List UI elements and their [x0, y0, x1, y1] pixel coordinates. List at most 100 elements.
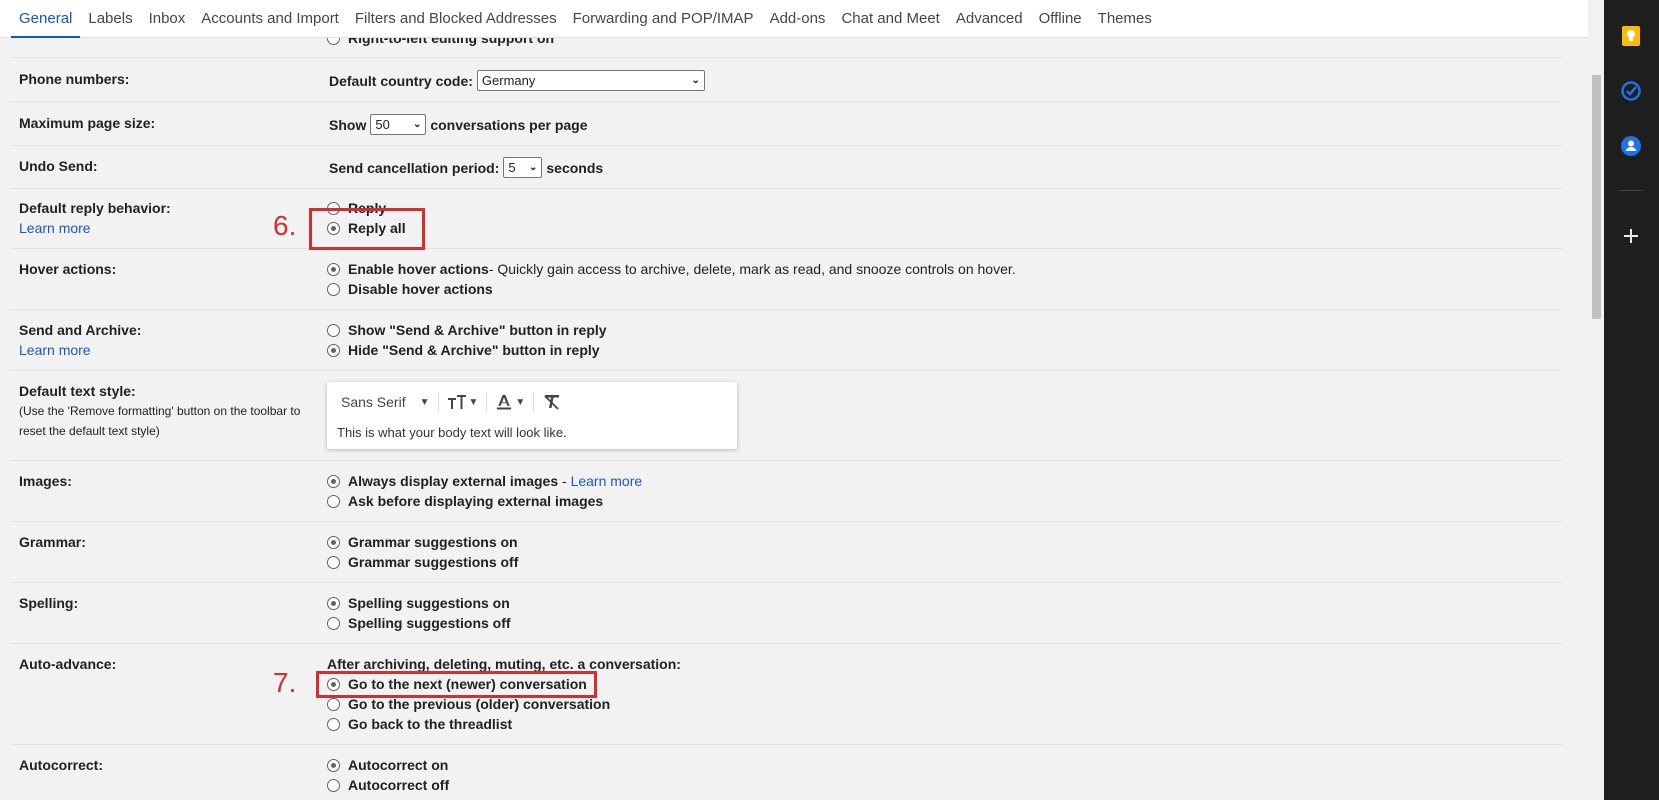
images-learn-more-link[interactable]: Learn more: [571, 473, 643, 489]
auto-advance-row: Auto-advance: After archiving, deleting,…: [10, 644, 1562, 745]
cancellation-period-select[interactable]: 5 ⌄: [503, 157, 543, 178]
grammar-off-radio[interactable]: [327, 555, 340, 569]
settings-main: General Labels Inbox Accounts and Import…: [0, 0, 1588, 800]
show-send-archive-option[interactable]: Show "Send & Archive" button in reply: [327, 322, 607, 338]
remove-formatting-icon[interactable]: [542, 393, 562, 411]
undo-send-label: Undo Send:: [19, 158, 98, 174]
spelling-on-option[interactable]: Spelling suggestions on: [327, 595, 510, 611]
tab-themes[interactable]: Themes: [1090, 0, 1160, 38]
previous-conversation-option[interactable]: Go to the previous (older) conversation: [327, 696, 610, 712]
keep-icon[interactable]: [1619, 24, 1643, 48]
images-label: Images:: [19, 473, 72, 489]
toolbar-divider: [486, 392, 488, 412]
show-send-archive-radio[interactable]: [327, 323, 340, 337]
hide-send-archive-radio[interactable]: [327, 343, 340, 357]
tab-general[interactable]: General: [11, 0, 81, 38]
send-archive-row: Send and Archive: Learn more Show "Send …: [10, 310, 1562, 371]
phone-field: Default country code: Germany ⌄: [329, 70, 709, 91]
spelling-label: Spelling:: [19, 595, 79, 611]
grammar-on-radio[interactable]: [327, 535, 340, 549]
next-conversation-highlight: [316, 671, 597, 698]
enable-hover-option[interactable]: Enable hover actions - Quickly gain acce…: [327, 261, 1016, 277]
auto-advance-label: Auto-advance:: [19, 656, 117, 672]
reply-learn-more-link[interactable]: Learn more: [19, 220, 91, 236]
reply-all-highlight: [309, 208, 425, 250]
step-7-label: 7.: [273, 667, 297, 698]
spelling-on-radio[interactable]: [327, 596, 340, 610]
hide-send-archive-option[interactable]: Hide "Send & Archive" button in reply: [327, 342, 600, 358]
undo-send-field: Send cancellation period: 5 ⌄ seconds: [329, 157, 603, 178]
text-style-row: Default text style: (Use the 'Remove for…: [10, 371, 1562, 461]
page-scrollbar[interactable]: [1588, 0, 1604, 800]
send-archive-label: Send and Archive:: [19, 322, 142, 338]
spelling-row: Spelling: Spelling suggestions on Spelli…: [10, 583, 1562, 644]
page-size-select[interactable]: 50 ⌄: [370, 114, 427, 135]
text-style-label: Default text style:: [19, 383, 136, 399]
spelling-off-radio[interactable]: [327, 616, 340, 630]
tab-advanced[interactable]: Advanced: [948, 0, 1031, 38]
disable-hover-radio[interactable]: [327, 282, 340, 296]
step-6-label: 6.: [273, 210, 297, 241]
toolbar-divider: [437, 392, 439, 412]
ask-before-images-radio[interactable]: [327, 494, 340, 508]
text-style-note: (Use the 'Remove formatting' button on t…: [19, 404, 301, 438]
tab-forwarding[interactable]: Forwarding and POP/IMAP: [565, 0, 762, 38]
auto-advance-heading: After archiving, deleting, muting, etc. …: [327, 656, 681, 672]
undo-send-row: Undo Send: Send cancellation period: 5 ⌄…: [10, 146, 1562, 189]
chevron-down-icon: ⌄: [691, 75, 700, 86]
always-display-images-radio[interactable]: [327, 474, 340, 488]
settings-tabs: General Labels Inbox Accounts and Import…: [0, 0, 1588, 38]
autocorrect-on-radio[interactable]: [327, 758, 340, 772]
grammar-off-option[interactable]: Grammar suggestions off: [327, 554, 518, 570]
text-color-icon[interactable]: ▼: [495, 393, 525, 411]
text-style-sample: This is what your body text will look li…: [337, 425, 567, 440]
tab-chat-and-meet[interactable]: Chat and Meet: [833, 0, 947, 38]
contacts-icon[interactable]: [1619, 134, 1643, 158]
tab-labels[interactable]: Labels: [80, 0, 140, 38]
always-display-images-option[interactable]: Always display external images - Learn m…: [327, 473, 642, 489]
autocorrect-row: Autocorrect: Autocorrect on Autocorrect …: [10, 745, 1562, 800]
autocorrect-on-option[interactable]: Autocorrect on: [327, 757, 448, 773]
images-row: Images: Always display external images -…: [10, 461, 1562, 522]
text-style-editor: Sans Serif ▼ ▼ ▼ This is what your body …: [327, 382, 737, 449]
spelling-off-option[interactable]: Spelling suggestions off: [327, 615, 511, 631]
font-size-icon[interactable]: ▼: [447, 394, 478, 410]
add-icon[interactable]: [1619, 224, 1643, 248]
chevron-down-icon: ⌄: [412, 119, 422, 130]
tab-inbox[interactable]: Inbox: [141, 0, 194, 38]
grammar-on-option[interactable]: Grammar suggestions on: [327, 534, 518, 550]
dropdown-arrow-icon: ▼: [419, 396, 430, 408]
font-family-select[interactable]: Sans Serif ▼: [341, 394, 430, 410]
reply-label: Default reply behavior:: [19, 200, 171, 216]
tab-offline[interactable]: Offline: [1031, 0, 1090, 38]
send-archive-learn-more-link[interactable]: Learn more: [19, 342, 91, 358]
grammar-row: Grammar: Grammar suggestions on Grammar …: [10, 522, 1562, 583]
threadlist-option[interactable]: Go back to the threadlist: [327, 716, 512, 732]
tab-add-ons[interactable]: Add-ons: [762, 0, 834, 38]
scrollbar-thumb[interactable]: [1592, 75, 1601, 319]
previous-conversation-radio[interactable]: [327, 697, 340, 711]
side-panel: [1604, 0, 1659, 800]
threadlist-radio[interactable]: [327, 717, 340, 731]
chevron-down-icon: ⌄: [528, 162, 538, 173]
autocorrect-off-option[interactable]: Autocorrect off: [327, 777, 449, 793]
tab-accounts-and-import[interactable]: Accounts and Import: [193, 0, 347, 38]
enable-hover-radio[interactable]: [327, 262, 340, 276]
ask-before-images-option[interactable]: Ask before displaying external images: [327, 493, 603, 509]
grammar-label: Grammar:: [19, 534, 86, 550]
side-panel-divider: [1619, 190, 1643, 191]
page-size-label: Maximum page size:: [19, 115, 156, 131]
toolbar-divider: [533, 392, 535, 412]
hover-row: Hover actions: Enable hover actions - Qu…: [10, 249, 1562, 310]
country-code-select[interactable]: Germany ⌄: [476, 70, 705, 91]
reply-row: Default reply behavior: Learn more Reply…: [10, 189, 1562, 249]
disable-hover-option[interactable]: Disable hover actions: [327, 281, 493, 297]
phone-row: Phone numbers: Default country code: Ger…: [10, 58, 1562, 102]
autocorrect-label: Autocorrect:: [19, 757, 104, 773]
tab-filters[interactable]: Filters and Blocked Addresses: [347, 0, 565, 38]
page-size-row: Maximum page size: Show 50 ⌄ conversatio…: [10, 102, 1562, 146]
page-size-field: Show 50 ⌄ conversations per page: [329, 114, 588, 135]
text-style-toolbar: Sans Serif ▼ ▼ ▼: [327, 388, 737, 416]
autocorrect-off-radio[interactable]: [327, 778, 340, 792]
tasks-icon[interactable]: [1619, 79, 1643, 103]
